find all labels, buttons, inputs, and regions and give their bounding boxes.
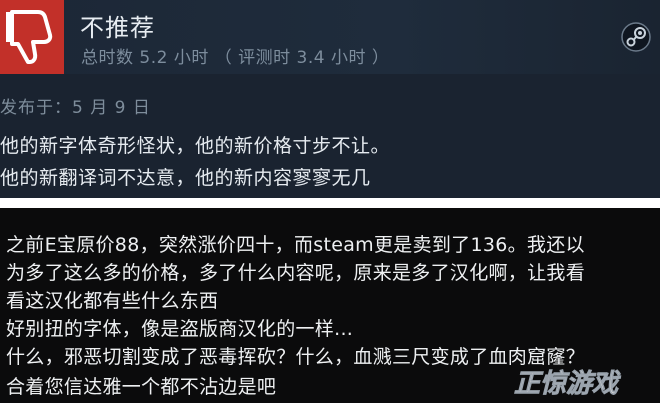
thumbs-down-icon bbox=[6, 10, 53, 64]
posted-date: 发布于：5 月 9 日 bbox=[0, 98, 151, 118]
review-header: 不推荐 总时数 5.2 小时 （ 评测时 3.4 小时 ） bbox=[0, 0, 660, 74]
steam-icon[interactable] bbox=[621, 22, 651, 52]
comment-line-4: 好别扭的字体，像是盗版商汉化的一样... bbox=[6, 318, 354, 340]
comment-line-6: 合着您信达雅一个都不沾边是吧 bbox=[6, 376, 277, 398]
watermark-logo: 正惊游戏 bbox=[514, 369, 622, 400]
review-body-line-1: 他的新字体奇形怪状，他的新价格寸步不让。 bbox=[0, 135, 391, 157]
comment-line-3: 看这汉化都有些什么东西 bbox=[6, 290, 219, 312]
review-body-line-2: 他的新翻译词不达意，他的新内容寥寥无几 bbox=[0, 167, 371, 189]
review-verdict: 不推荐 bbox=[80, 14, 155, 42]
comment-line-2: 为多了这么多的价格，多了什么内容呢，原来是多了汉化啊，让我看 bbox=[6, 262, 586, 284]
comment-line-5: 什么，邪恶切割变成了恶毒挥砍？什么，血溅三尺变成了血肉窟窿？ bbox=[6, 346, 586, 368]
svg-text:正惊游戏: 正惊游戏 bbox=[514, 369, 621, 399]
playtime-hours: 总时数 5.2 小时 （ 评测时 3.4 小时 ） bbox=[81, 48, 390, 68]
steam-review-card: 不推荐 总时数 5.2 小时 （ 评测时 3.4 小时 ） 发布于：5 月 9 … bbox=[0, 0, 660, 198]
thumbs-down-badge bbox=[0, 0, 64, 74]
comment-line-1: 之前E宝原价88，突然涨价四十，而steam更是卖到了136。我还以 bbox=[6, 234, 585, 256]
